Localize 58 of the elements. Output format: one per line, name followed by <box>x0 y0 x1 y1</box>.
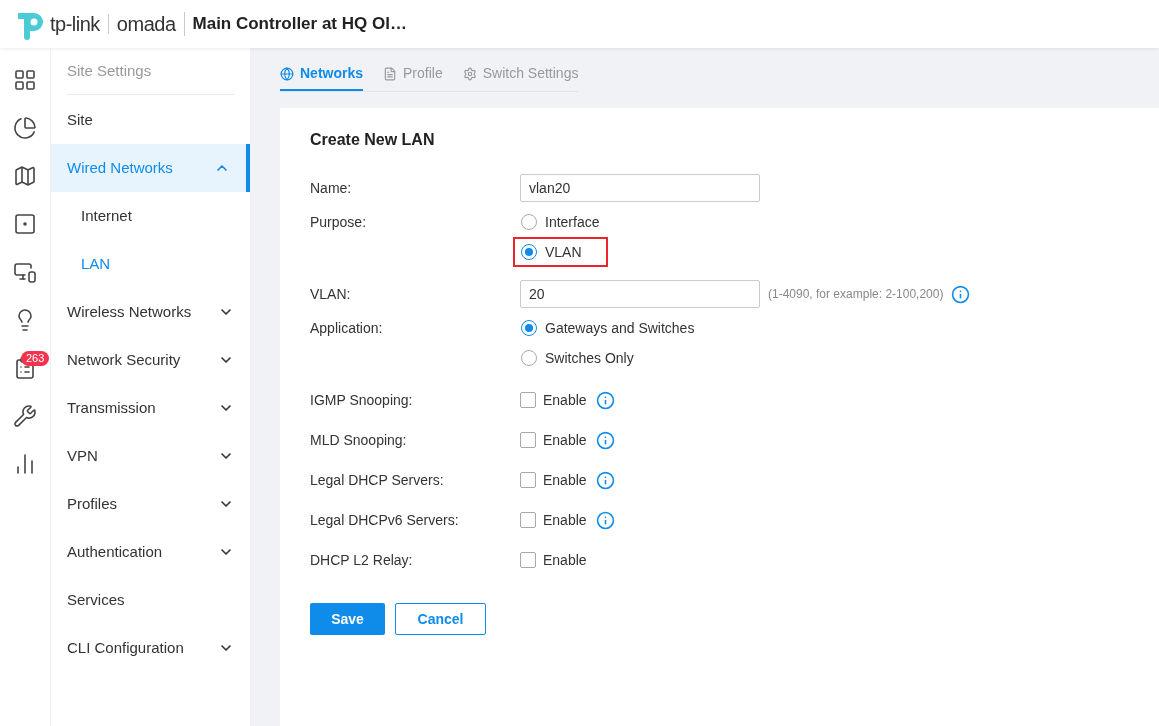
globe-icon <box>280 66 294 81</box>
range-hint: (1-4090, for example: 2-100,200) <box>768 286 944 303</box>
radio-button[interactable] <box>521 320 537 336</box>
field-label: IGMP Snooping: <box>310 390 414 410</box>
sidebar-item[interactable]: VPN <box>51 432 250 480</box>
checkbox-option[interactable]: Enable <box>520 469 587 491</box>
wrench-icon[interactable] <box>13 404 37 428</box>
notification-count: 263 <box>21 351 50 366</box>
radio-option[interactable]: Switches Only <box>513 343 660 373</box>
controller-title: Main Controller at HQ Ol… <box>192 13 407 36</box>
cancel-button[interactable]: Cancel <box>395 603 486 635</box>
gear-icon <box>462 66 477 81</box>
save-button[interactable]: Save <box>310 603 385 635</box>
checkbox-option[interactable]: Enable <box>520 429 587 451</box>
radio-option[interactable]: Interface <box>513 207 626 237</box>
info-icon[interactable] <box>595 470 615 490</box>
pie-chart-icon[interactable] <box>13 116 37 140</box>
field-label: Purpose: <box>310 213 368 232</box>
radio-option[interactable]: Gateways and Switches <box>513 313 721 343</box>
radio-option[interactable]: VLAN <box>513 237 608 267</box>
sidebar-item[interactable]: Profiles <box>51 480 250 528</box>
square-device-icon[interactable] <box>13 212 37 236</box>
sidebar-item[interactable]: Authentication <box>51 528 250 576</box>
text-field[interactable]: 20 <box>520 280 760 308</box>
devices-icon[interactable] <box>13 260 37 284</box>
grid-icon[interactable] <box>13 68 37 92</box>
sidebar-item[interactable]: Site <box>51 96 250 144</box>
field-label: Legal DHCPv6 Servers: <box>310 510 460 530</box>
field-label: DHCP L2 Relay: <box>310 550 414 570</box>
sidebar-heading: Site Settings <box>67 60 152 81</box>
info-icon[interactable] <box>595 430 615 450</box>
field-label: Legal DHCP Servers: <box>310 470 445 490</box>
sidebar-item[interactable]: Transmission <box>51 384 250 432</box>
field-label: VLAN: <box>310 284 352 304</box>
sidebar-item[interactable]: Internet <box>51 192 250 240</box>
radio-button[interactable] <box>521 244 537 260</box>
sidebar-item[interactable]: CLI Configuration <box>51 624 250 672</box>
product-name: omada <box>116 12 176 37</box>
brand-name: tp-link <box>50 12 100 37</box>
info-icon[interactable] <box>595 510 615 530</box>
sidebar-item[interactable]: Wireless Networks <box>51 288 250 336</box>
checkbox-option[interactable]: Enable <box>520 509 587 531</box>
field-label: Name: <box>310 178 353 198</box>
radio-button[interactable] <box>521 350 537 366</box>
field-label: Application: <box>310 319 384 338</box>
text-field[interactable]: vlan20 <box>520 174 760 202</box>
checkbox-option[interactable]: Enable <box>520 389 587 411</box>
checkbox-option[interactable]: Enable <box>520 549 587 571</box>
document-icon <box>383 66 398 81</box>
sidebar-item[interactable]: Network Security <box>51 336 250 384</box>
field-label: MLD Snooping: <box>310 430 408 450</box>
form-title: Create New LAN <box>310 130 436 150</box>
sidebar-item[interactable]: Services <box>51 576 250 624</box>
info-icon[interactable] <box>951 284 971 304</box>
sidebar-item[interactable]: LAN <box>51 240 250 288</box>
radio-button[interactable] <box>521 214 537 230</box>
info-icon[interactable] <box>595 390 615 410</box>
map-icon[interactable] <box>13 164 37 188</box>
